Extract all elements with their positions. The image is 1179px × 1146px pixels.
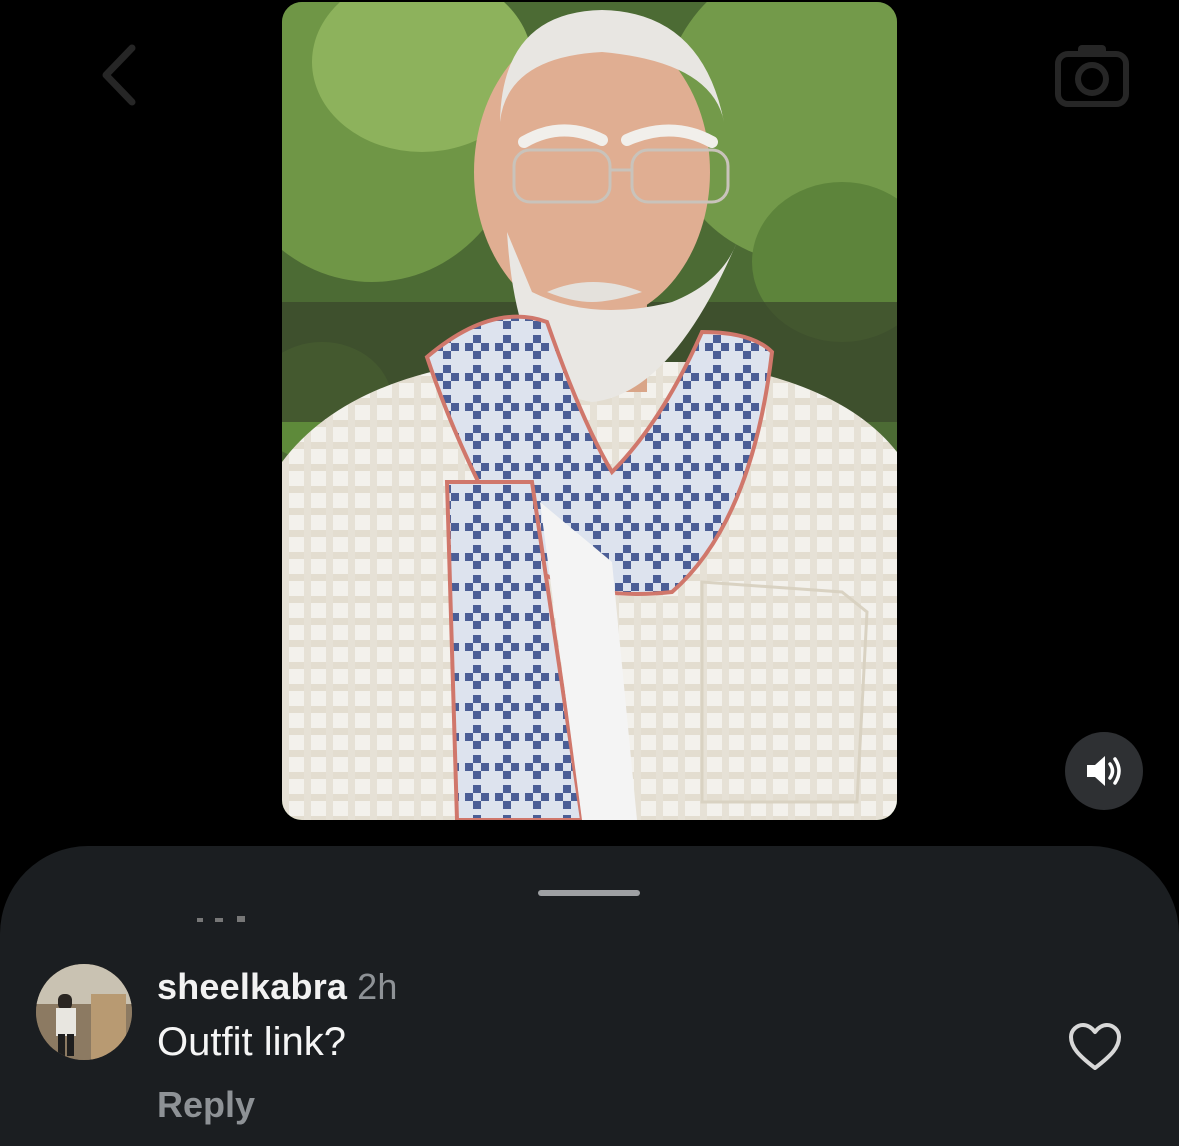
username-text[interactable]: sheelkabra	[157, 966, 347, 1007]
camera-icon[interactable]	[1054, 40, 1130, 110]
heart-outline-icon[interactable]	[1068, 1022, 1122, 1072]
commenter-avatar[interactable]	[36, 964, 132, 1060]
back-chevron-icon[interactable]	[92, 40, 152, 110]
sound-toggle-button[interactable]	[1065, 732, 1143, 810]
comment-text: Outfit link?	[157, 1020, 346, 1064]
scrolled-text-fragment	[197, 916, 245, 922]
speaker-on-icon	[1087, 756, 1121, 786]
comment-timestamp: 2h	[357, 966, 398, 1007]
video-frame-illustration	[282, 2, 897, 820]
reply-button[interactable]: Reply	[157, 1084, 255, 1126]
reel-video[interactable]	[282, 2, 897, 820]
comments-sheet[interactable]: sheelkabra 2h Outfit link? Reply	[0, 846, 1179, 1146]
avatar-photo	[36, 964, 132, 1060]
sheet-drag-handle[interactable]	[538, 890, 640, 896]
comment-username[interactable]: sheelkabra 2h	[157, 966, 398, 1008]
